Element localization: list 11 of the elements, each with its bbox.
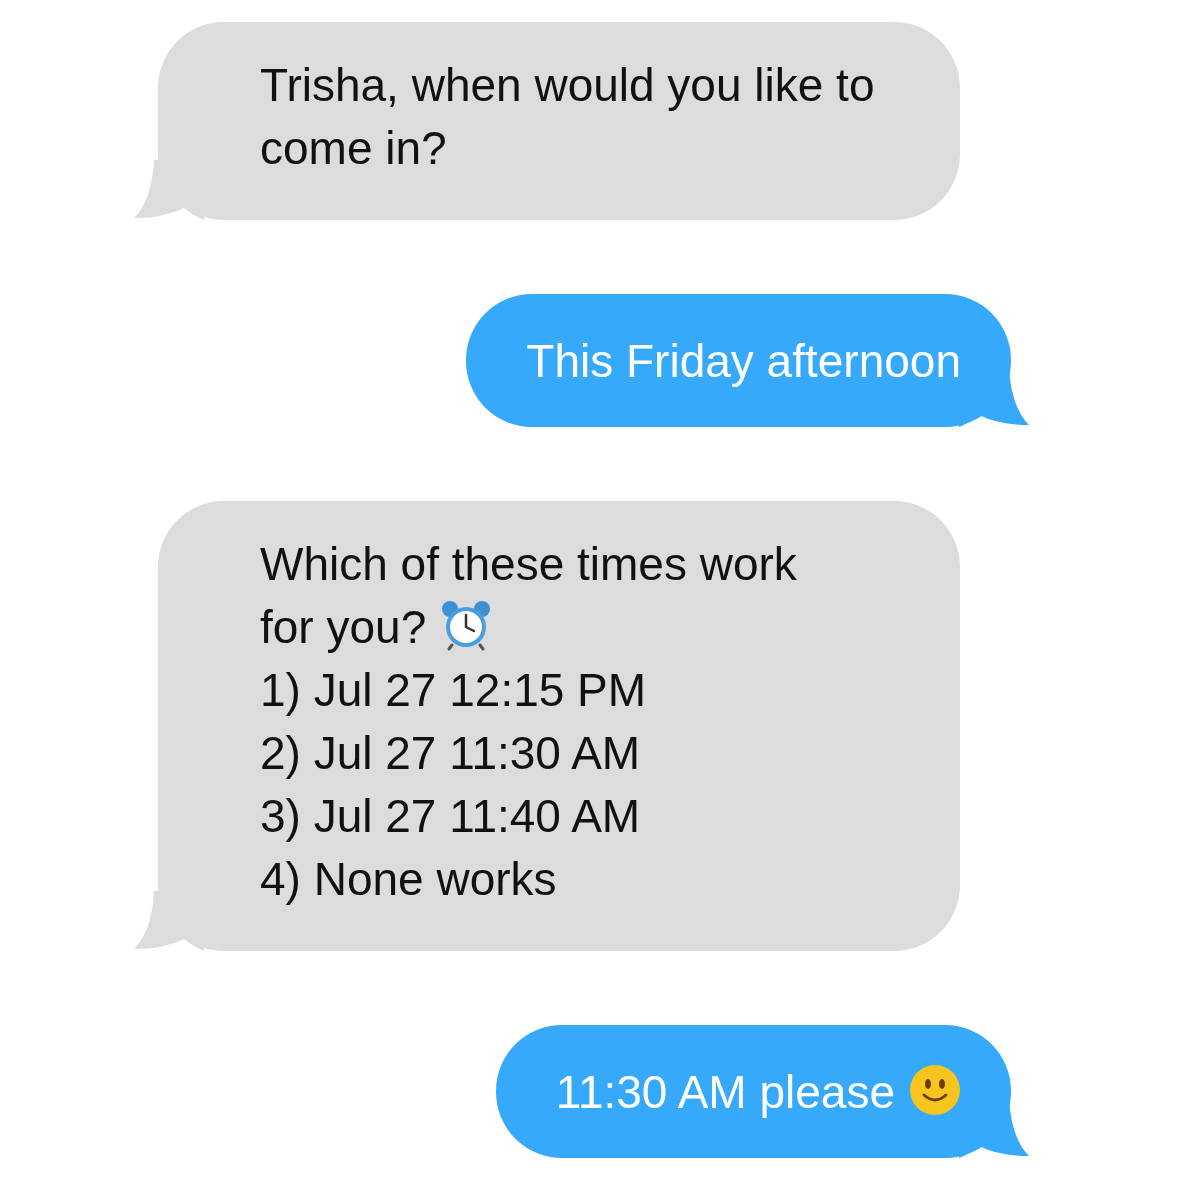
- alarm-clock-icon: [440, 599, 493, 651]
- message-text: 3) Jul 27 11:40 AM: [260, 790, 641, 842]
- message-text: Trisha, when would you like to come in?: [260, 59, 875, 174]
- message-text: 2) Jul 27 11:30 AM: [260, 727, 641, 779]
- message-text: 11:30 AM please: [555, 1066, 895, 1118]
- message-text: 4) None works: [260, 853, 557, 905]
- message-text: This Friday afternoon: [526, 335, 961, 387]
- message-text: for you?: [260, 601, 427, 653]
- message-text: Which of these times work: [260, 538, 797, 590]
- smiley-icon: [909, 1064, 961, 1116]
- message-text: 1) Jul 27 12:15 PM: [260, 664, 647, 716]
